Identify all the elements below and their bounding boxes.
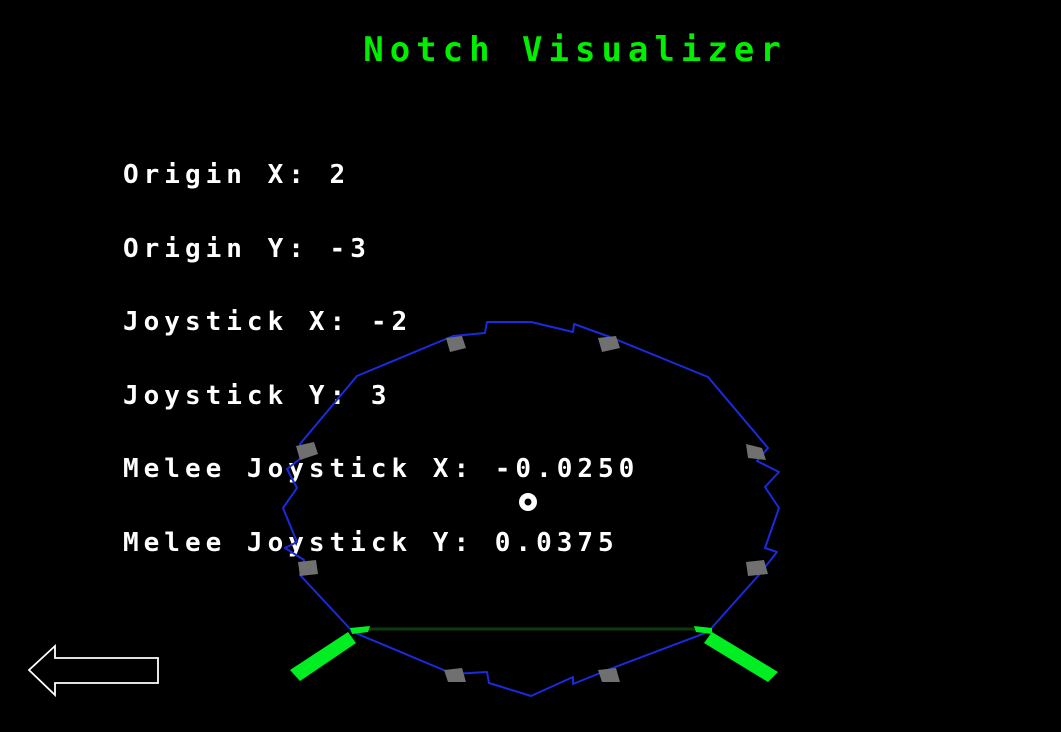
notch-marker-up-right [598, 336, 620, 352]
notch-visualizer-canvas [282, 321, 780, 697]
left-arrow-icon [27, 643, 159, 698]
back-button[interactable] [26, 643, 162, 698]
notch-marker-down-left [444, 668, 466, 682]
notch-marker-right-up [746, 444, 766, 460]
active-notch-left-tab [350, 626, 370, 634]
notch-marker-down-right [598, 668, 620, 682]
active-notch-right [704, 632, 778, 682]
joystick-cursor-center [524, 498, 532, 506]
notch-marker-up-left [446, 336, 466, 352]
notch-marker-left-down [298, 560, 318, 576]
active-notch-right-tab [694, 626, 712, 634]
notch-marker-right-down [746, 560, 768, 576]
active-notch-left [290, 632, 356, 681]
